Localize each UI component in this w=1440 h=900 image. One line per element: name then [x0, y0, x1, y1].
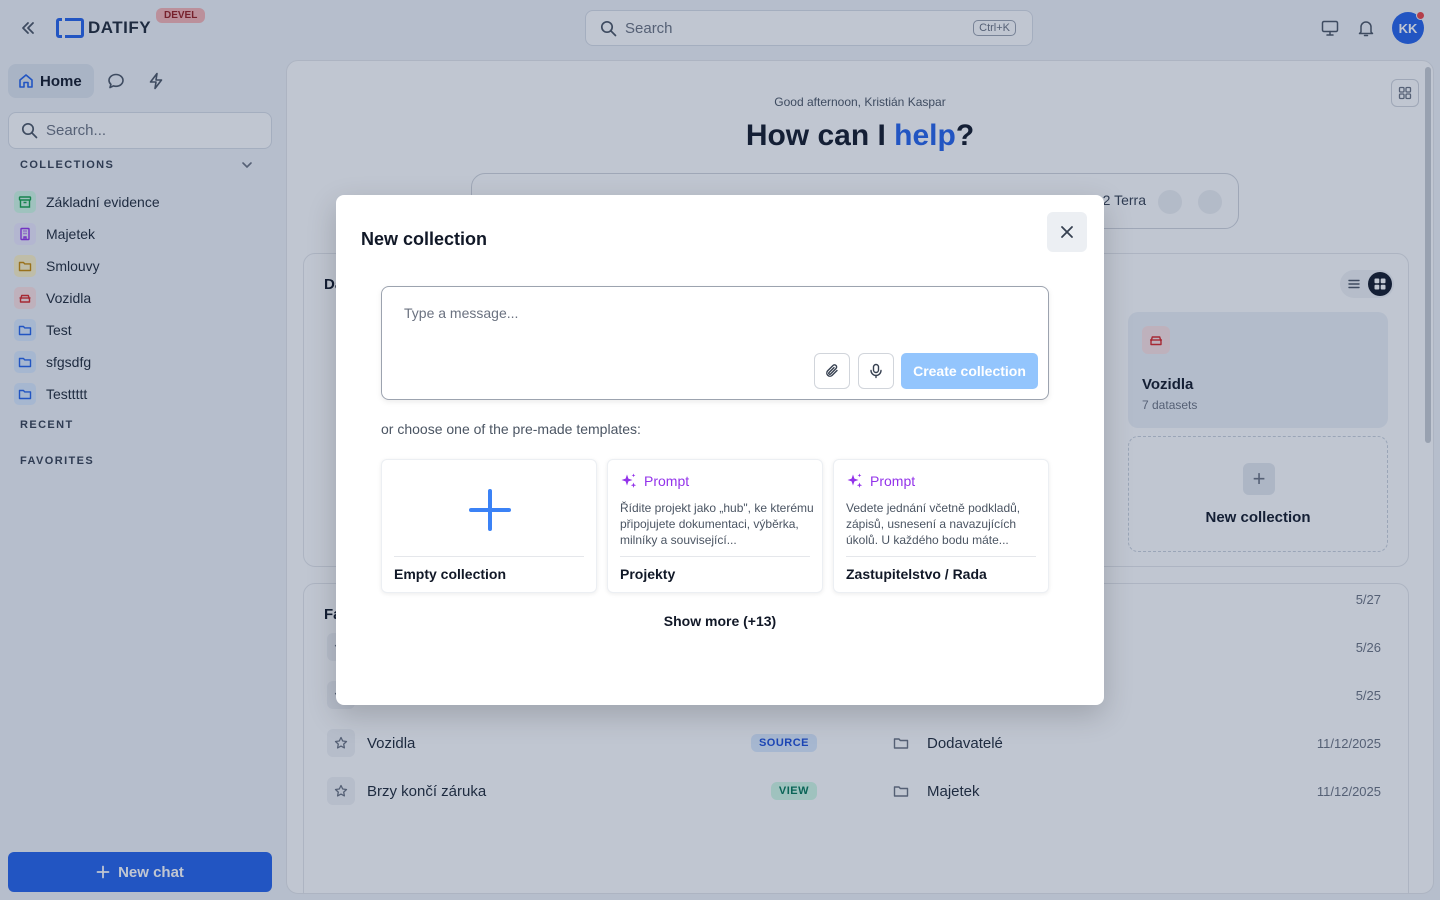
template-projekty[interactable]: Prompt Řídite projekt jako „hub", ke kte…: [607, 459, 823, 593]
template-name: Zastupitelstvo / Rada: [846, 566, 987, 582]
template-description: Vedete jednání včetně podkladů, zápisů, …: [846, 501, 1021, 547]
collection-composer: Create collection: [381, 286, 1049, 400]
sparkles-icon: [847, 473, 863, 488]
voice-button[interactable]: [858, 353, 894, 389]
template-zastupitelstvo[interactable]: Prompt Vedete jednání včetně podkladů, z…: [833, 459, 1049, 593]
template-divider: [620, 556, 810, 557]
microphone-icon: [870, 363, 882, 379]
template-kind: Prompt: [620, 472, 689, 490]
template-kind: Prompt: [846, 472, 915, 490]
template-description: Řídite projekt jako „hub", ke kterému př…: [620, 501, 814, 547]
attach-button[interactable]: [814, 353, 850, 389]
collection-prompt-input[interactable]: [404, 305, 1004, 329]
paperclip-icon: [826, 364, 838, 377]
show-more-templates[interactable]: Show more (+13): [336, 613, 1104, 629]
template-divider: [846, 556, 1036, 557]
close-button[interactable]: [1047, 212, 1087, 252]
create-collection-button[interactable]: Create collection: [901, 353, 1038, 389]
template-kind-label: Prompt: [644, 473, 690, 489]
template-kind-label: Prompt: [870, 473, 916, 489]
template-name: Empty collection: [394, 566, 507, 582]
plus-icon: [469, 489, 511, 531]
template-name: Projekty: [620, 566, 676, 582]
close-icon: [1061, 226, 1073, 238]
template-empty-collection[interactable]: Empty collection: [381, 459, 597, 593]
sparkles-icon: [621, 473, 637, 488]
templates-hint: or choose one of the pre-made templates:: [381, 421, 641, 437]
template-divider: [394, 556, 584, 557]
modal-title: New collection: [361, 229, 488, 249]
new-collection-modal: New collection Create collection or choo…: [336, 195, 1104, 705]
